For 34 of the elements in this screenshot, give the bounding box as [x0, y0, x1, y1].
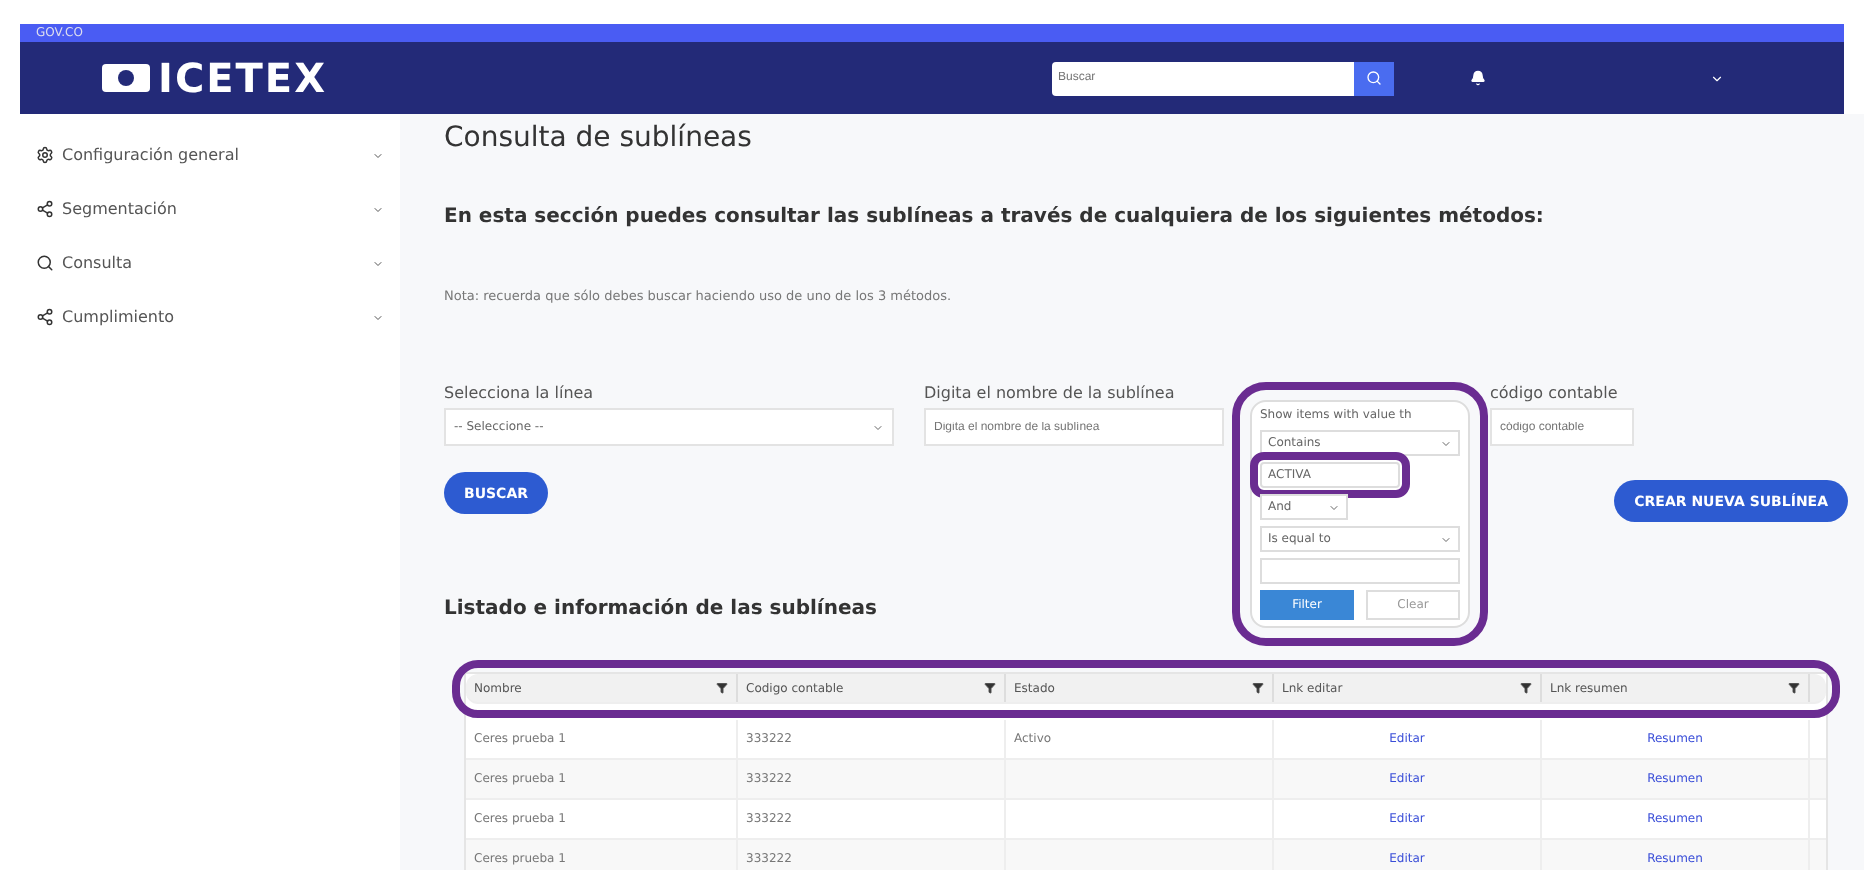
- intro-text: En esta sección puedes consultar las sublíneas a través de cualquiera de los siguientes métodos:: [444, 206, 1546, 228]
- sidebar-item[interactable]: Segmentación: [20, 182, 400, 236]
- filter-icon[interactable]: [1520, 682, 1532, 694]
- caret-icon: [372, 257, 384, 269]
- logo-icon: [100, 62, 152, 94]
- sidebar-item[interactable]: Consulta: [20, 236, 400, 290]
- sidebar-item[interactable]: Cumplimiento: [20, 290, 400, 344]
- field-label: Selecciona la línea: [444, 384, 596, 402]
- filter-icon[interactable]: [716, 682, 728, 694]
- caret-icon: [1328, 501, 1340, 513]
- caret-icon: [1440, 437, 1452, 449]
- input-field[interactable]: [1260, 558, 1460, 584]
- field-label: código contable: [1490, 384, 1620, 402]
- filter-icon[interactable]: [1788, 682, 1800, 694]
- search-button[interactable]: [1354, 61, 1394, 95]
- caret-icon: [372, 149, 384, 161]
- bell-icon[interactable]: [1470, 70, 1486, 86]
- share-icon: [36, 200, 54, 218]
- share-icon: [36, 308, 54, 326]
- caret-icon: [372, 311, 384, 323]
- caret-icon: [372, 203, 384, 215]
- sidebar-item[interactable]: Configuración general: [20, 128, 400, 182]
- page-title: Consulta de sublíneas: [444, 122, 754, 158]
- caret-icon[interactable]: [1710, 71, 1724, 85]
- caret-icon: [872, 421, 884, 433]
- gear-icon: [36, 146, 54, 164]
- section-title: Listado e información de las sublíneas: [444, 598, 877, 620]
- field-label: Digita el nombre de la sublínea: [924, 384, 1177, 402]
- filter-icon[interactable]: [984, 682, 996, 694]
- caret-icon: [1440, 533, 1452, 545]
- filter-icon[interactable]: [1252, 682, 1264, 694]
- search-icon: [1366, 70, 1382, 86]
- search-icon: [36, 254, 54, 272]
- logo: ICETEX: [100, 54, 328, 102]
